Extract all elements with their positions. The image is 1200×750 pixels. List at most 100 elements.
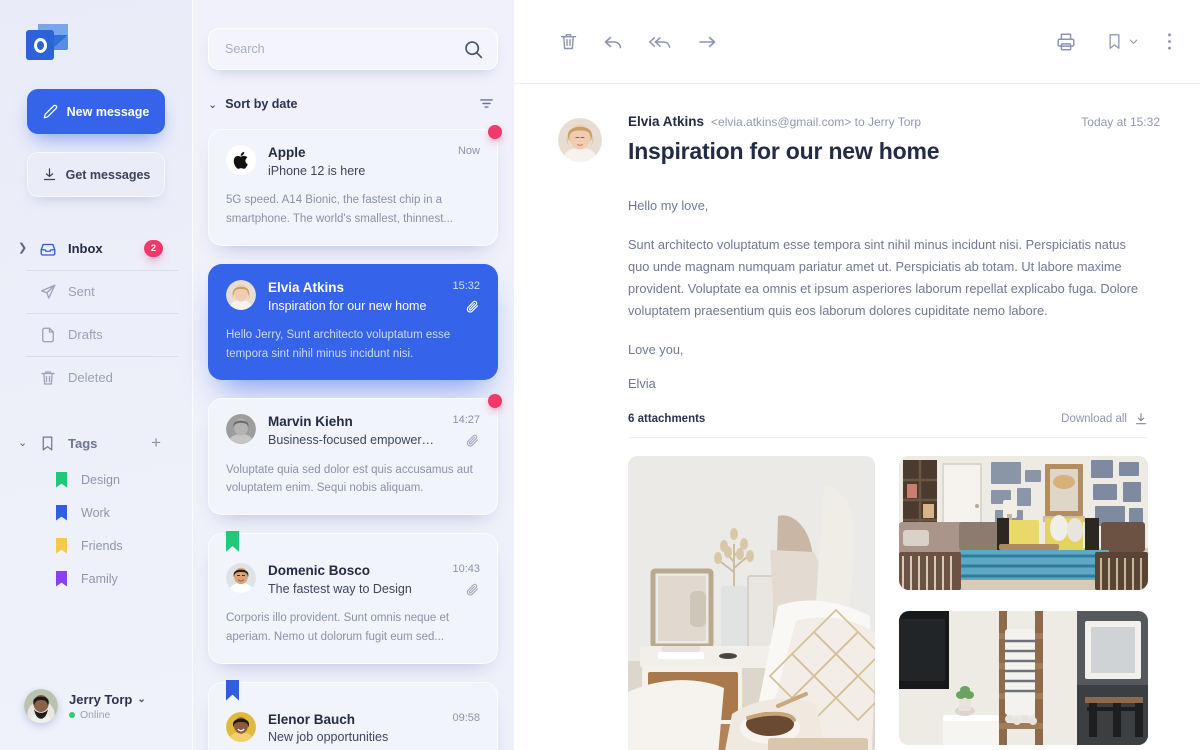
download-all-label: Download all (1061, 413, 1127, 425)
tag-item-family[interactable]: Family (0, 562, 192, 595)
email-row: Marvin Kiehn Business-focused empowering… (226, 414, 480, 449)
sender-address-and-recipient: <elvia.atkins@gmail.com> to Jerry Torp (711, 115, 922, 129)
sort-label[interactable]: Sort by date (225, 97, 297, 111)
delete-icon[interactable] (558, 31, 579, 52)
tag-color-flag (56, 471, 67, 488)
avatar (226, 145, 256, 175)
more-vertical-icon[interactable] (1167, 31, 1172, 52)
sidebar-item-label: Deleted (68, 370, 113, 385)
tag-item-design[interactable]: Design (0, 463, 192, 496)
reply-icon[interactable] (601, 30, 625, 54)
email-subject: Inspiration for our new home (268, 298, 427, 313)
trash-icon (38, 368, 57, 387)
message-body: Hello my love, Sunt architecto voluptatu… (628, 195, 1148, 395)
tags-section-header[interactable]: ⌄ Tags + (0, 423, 192, 463)
email-list-item-elenor-bauch[interactable]: Elenor Bauch New job opportunities 09:58… (208, 679, 498, 750)
attachment-thumbnail-bedroom[interactable] (628, 456, 875, 750)
download-icon (1134, 412, 1148, 426)
attachment-grid (628, 456, 1148, 750)
email-list-item-domenic-bosco[interactable]: Domenic Bosco The fastest way to Design … (208, 530, 498, 664)
avatar (558, 118, 602, 162)
sort-row: ⌄ Sort by date (208, 90, 498, 118)
sidebar-item-inbox[interactable]: ❯ Inbox 2 (0, 227, 192, 270)
sender-name: Elvia Atkins (268, 279, 345, 295)
email-preview: 5G speed. A14 Bionic, the fastest chip i… (226, 194, 453, 225)
email-text: Elenor Bauch New job opportunities (268, 712, 436, 747)
email-row: Apple iPhone 12 is here Now (226, 145, 480, 180)
message-sender-row: Elvia Atkins <elvia.atkins@gmail.com> to… (628, 114, 1160, 129)
chevron-down-icon[interactable]: ⌄ (208, 98, 217, 111)
document-icon (38, 325, 57, 344)
reply-all-icon[interactable] (647, 30, 673, 54)
sidebar-item-drafts[interactable]: Drafts (0, 313, 192, 356)
email-row: Domenic Bosco The fastest way to Design … (226, 562, 480, 598)
search-box[interactable] (208, 28, 498, 70)
attachments-header: 6 attachments Download all (628, 412, 1148, 438)
chevron-right-icon[interactable]: ❯ (18, 243, 27, 254)
email-list-item-elvia-atkins[interactable]: Elvia Atkins Inspiration for our new hom… (208, 263, 498, 381)
email-list-item-marvin-kiehn[interactable]: Marvin Kiehn Business-focused empowering… (208, 394, 502, 515)
forward-icon[interactable] (695, 30, 719, 54)
bookmark-icon (38, 434, 57, 453)
logo-o-ring (33, 37, 47, 53)
search-icon[interactable] (463, 39, 484, 60)
email-meta: 15:32 (448, 280, 480, 314)
email-row: Elenor Bauch New job opportunities 09:58 (226, 711, 480, 747)
avatar (24, 689, 58, 723)
sidebar-item-deleted[interactable]: Deleted (0, 356, 192, 399)
user-profile[interactable]: Jerry Torp ⌄ Online (0, 680, 192, 732)
tag-color-flag (56, 537, 67, 554)
toolbar-right-group (1055, 31, 1172, 53)
email-list-panel: ⌄ Sort by date Apple iPhone 12 is here (192, 0, 514, 750)
sender-name: Elenor Bauch (268, 711, 356, 727)
get-messages-button[interactable]: Get messages (27, 152, 165, 197)
email-preview: Hello Jerry, Sunt architecto voluptatum … (226, 329, 451, 360)
logo-o-tile (26, 30, 54, 60)
email-subject: iPhone 12 is here (268, 163, 366, 178)
bookmark-icon[interactable] (1105, 32, 1139, 51)
tag-item-friends[interactable]: Friends (0, 529, 192, 562)
attachment-thumbnail-hallway[interactable] (899, 611, 1148, 745)
attachment-thumbnail-living-room[interactable] (899, 456, 1148, 590)
new-message-label: New message (66, 104, 150, 119)
filter-icon[interactable] (478, 95, 495, 112)
tag-item-work[interactable]: Work (0, 496, 192, 529)
add-tag-icon[interactable]: + (151, 434, 161, 451)
email-text: Elvia Atkins Inspiration for our new hom… (268, 280, 436, 315)
tag-label: Work (81, 505, 110, 520)
email-subject: Business-focused empowering... (268, 433, 437, 448)
toolbar-left-group (558, 30, 719, 54)
message-header: Elvia Atkins <elvia.atkins@gmail.com> to… (558, 114, 1160, 165)
tag-label: Friends (81, 538, 123, 553)
tag-label: Family (81, 571, 118, 586)
email-text: Domenic Bosco The fastest way to Design (268, 563, 436, 598)
attachment-col-right (899, 456, 1148, 750)
avatar (226, 711, 256, 742)
email-time: 14:27 (452, 414, 480, 427)
body-paragraph: Sunt architecto voluptatum esse tempora … (628, 237, 1139, 318)
reader-body: Elvia Atkins <elvia.atkins@gmail.com> to… (514, 84, 1200, 750)
sidebar-item-sent[interactable]: Sent (0, 270, 192, 313)
search-input[interactable] (225, 42, 463, 56)
download-all-button[interactable]: Download all (1061, 412, 1148, 426)
print-icon[interactable] (1055, 31, 1077, 53)
new-message-button[interactable]: New message (27, 89, 165, 134)
email-client-window: New message Get messages ❯ Inbox 2 Sent … (0, 0, 1200, 750)
email-time: 10:43 (452, 562, 480, 575)
chevron-down-icon[interactable]: ⌄ (137, 694, 145, 705)
email-meta: Now (454, 145, 480, 157)
body-signature: Elvia (628, 376, 656, 391)
email-time: 09:58 (452, 711, 480, 724)
logo-area (0, 0, 192, 62)
attachments-count: 6 attachments (628, 413, 706, 425)
profile-status-label: Online (80, 708, 111, 721)
sidebar-item-label: Drafts (68, 327, 103, 342)
attachment-icon (465, 299, 480, 314)
profile-name: Jerry Torp (69, 691, 133, 707)
pencil-icon (43, 104, 58, 119)
chevron-down-icon[interactable]: ⌄ (18, 437, 27, 449)
outlook-logo (26, 22, 68, 62)
email-list-item-apple[interactable]: Apple iPhone 12 is here Now 5G speed. A1… (208, 125, 502, 246)
attachment-icon (465, 433, 480, 448)
profile-status: Online (69, 709, 146, 721)
